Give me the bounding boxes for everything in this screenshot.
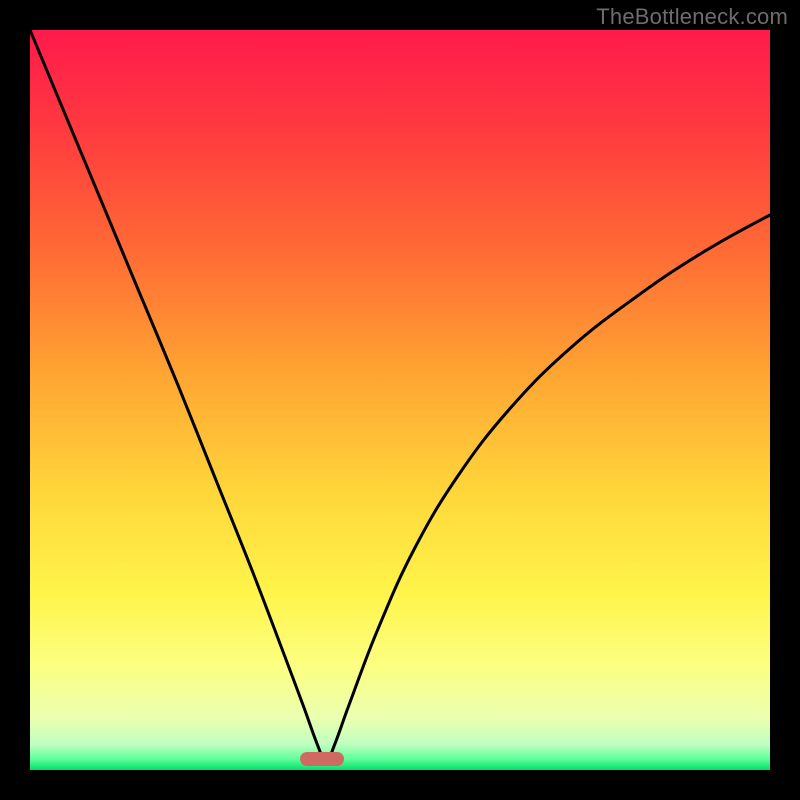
- plot-area: [30, 30, 770, 770]
- bottleneck-curve: [30, 30, 770, 770]
- watermark-text: TheBottleneck.com: [596, 4, 788, 30]
- minimum-marker: [300, 752, 344, 766]
- outer-frame: TheBottleneck.com: [0, 0, 800, 800]
